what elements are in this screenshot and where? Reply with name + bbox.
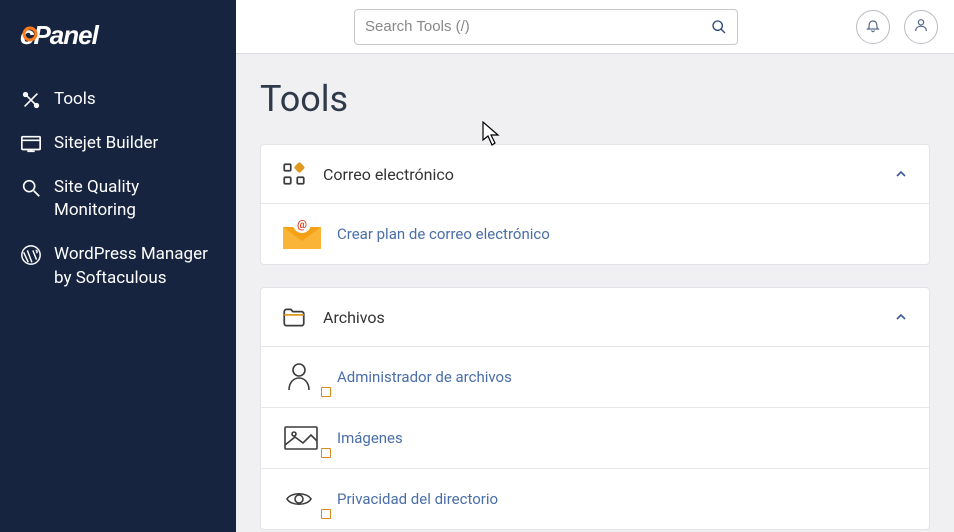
folder-icon	[281, 304, 307, 330]
sidebar-item-label: WordPress Manager by Softaculous	[54, 243, 216, 291]
email-icon: @	[281, 218, 325, 250]
wordpress-icon	[20, 244, 42, 266]
item-images[interactable]: Imágenes	[261, 408, 929, 469]
sitejet-icon	[20, 133, 42, 155]
item-file-manager[interactable]: Administrador de archivos	[261, 347, 929, 408]
item-label: Crear plan de correo electrónico	[337, 225, 550, 243]
section-email: Correo electrónico @ Crear plan de corre…	[260, 144, 930, 265]
item-create-email-plan[interactable]: @ Crear plan de correo electrónico	[261, 204, 929, 264]
sidebar: cPanel Tools Sitejet Builder	[0, 0, 236, 532]
apps-icon	[281, 161, 307, 187]
sidebar-item-sitejet[interactable]: Sitejet Builder	[0, 122, 236, 166]
sidebar-item-label: Site Quality Monitoring	[54, 176, 216, 224]
section-title: Archivos	[323, 308, 893, 327]
sidebar-item-tools[interactable]: Tools	[0, 78, 236, 122]
page-title: Tools	[260, 78, 930, 120]
section-header-files[interactable]: Archivos	[261, 288, 929, 347]
main-area: Tools Correo electrónico	[236, 0, 954, 532]
sidebar-item-label: Sitejet Builder	[54, 132, 216, 156]
cpanel-logo[interactable]: cPanel	[0, 12, 236, 78]
sidebar-item-wordpress[interactable]: WordPress Manager by Softaculous	[0, 233, 236, 301]
search-input[interactable]	[365, 18, 711, 35]
file-manager-icon	[281, 361, 325, 393]
section-header-email[interactable]: Correo electrónico	[261, 145, 929, 204]
search-icon	[711, 19, 727, 35]
search-wrap	[252, 9, 840, 45]
chevron-up-icon	[893, 309, 909, 325]
section-title: Correo electrónico	[323, 165, 893, 184]
magnifier-icon	[20, 177, 42, 199]
user-button[interactable]	[904, 10, 938, 44]
search-box[interactable]	[354, 9, 738, 45]
item-label: Imágenes	[337, 429, 403, 447]
item-label: Administrador de archivos	[337, 368, 512, 386]
tools-icon	[20, 89, 42, 111]
svg-text:cPanel: cPanel	[20, 20, 100, 50]
section-files: Archivos Administrador de archivos	[260, 287, 930, 530]
user-icon	[913, 17, 929, 37]
item-label: Privacidad del directorio	[337, 490, 498, 508]
notifications-button[interactable]	[856, 10, 890, 44]
privacy-icon	[281, 483, 325, 515]
images-icon	[281, 422, 325, 454]
sidebar-item-label: Tools	[54, 88, 216, 112]
topbar-actions	[856, 10, 938, 44]
topbar	[236, 0, 954, 54]
sidebar-item-site-quality[interactable]: Site Quality Monitoring	[0, 166, 236, 234]
content: Tools Correo electrónico	[236, 54, 954, 532]
chevron-up-icon	[893, 166, 909, 182]
item-directory-privacy[interactable]: Privacidad del directorio	[261, 469, 929, 529]
bell-icon	[865, 17, 881, 37]
